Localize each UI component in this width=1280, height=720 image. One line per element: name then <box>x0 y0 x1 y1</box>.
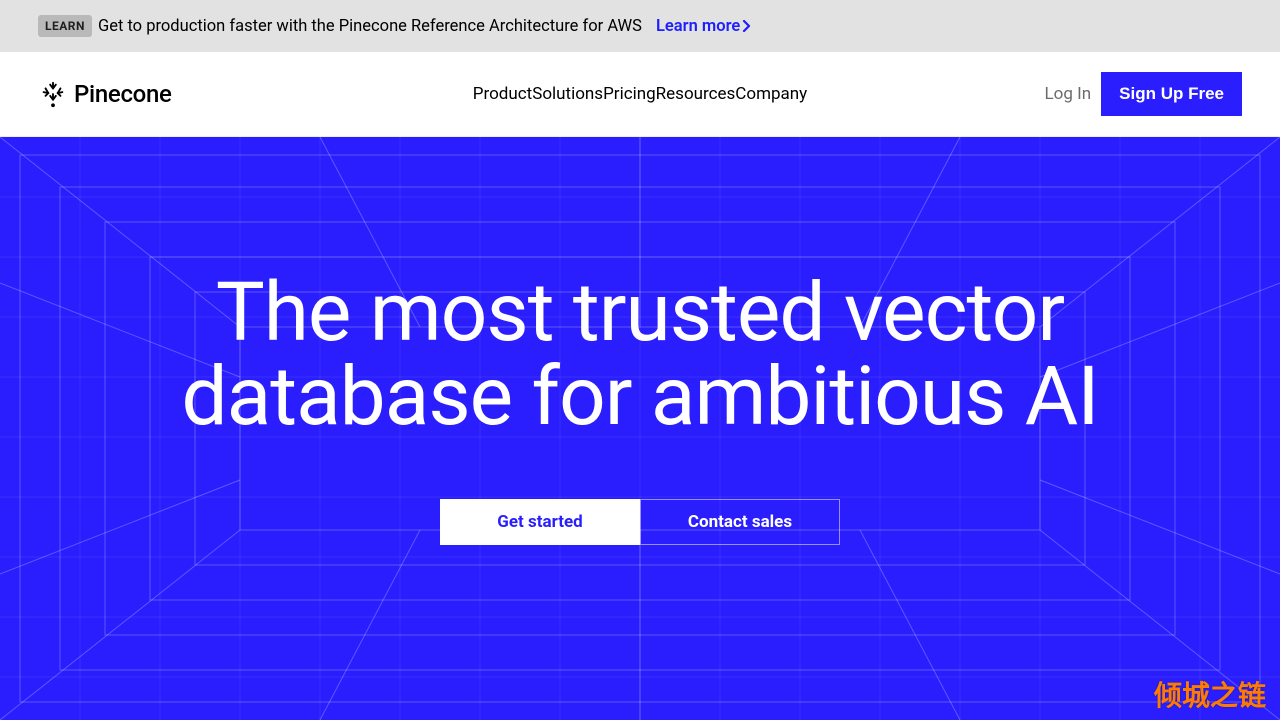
pinecone-icon <box>38 79 68 109</box>
contact-sales-button[interactable]: Contact sales <box>640 499 840 545</box>
signup-button[interactable]: Sign Up Free <box>1101 72 1242 116</box>
brand-name: Pinecone <box>74 80 172 108</box>
hero-title: The most trusted vector database for amb… <box>90 272 1190 439</box>
nav-item-product[interactable]: Product <box>473 84 532 104</box>
login-link[interactable]: Log In <box>1045 84 1092 104</box>
announcement-badge: LEARN <box>38 15 92 37</box>
get-started-button[interactable]: Get started <box>440 499 640 545</box>
nav-item-company[interactable]: Company <box>735 84 807 104</box>
hero-cta-group: Get started Contact sales <box>440 499 840 545</box>
announcement-bar: LEARN Get to production faster with the … <box>0 0 1280 52</box>
announcement-link[interactable]: Learn more <box>656 17 752 36</box>
nav-item-resources[interactable]: Resources <box>656 84 736 104</box>
navbar: Pinecone Product Solutions Pricing Resou… <box>0 52 1280 137</box>
announcement-text: Get to production faster with the Pineco… <box>98 17 642 36</box>
nav-primary: Product Solutions Pricing Resources Comp… <box>473 84 807 104</box>
chevron-right-icon <box>742 20 752 32</box>
nav-auth: Log In Sign Up Free <box>1045 72 1243 116</box>
brand-logo[interactable]: Pinecone <box>38 79 172 109</box>
nav-item-pricing[interactable]: Pricing <box>603 84 656 104</box>
nav-item-solutions[interactable]: Solutions <box>532 84 603 104</box>
hero-section: The most trusted vector database for amb… <box>0 137 1280 720</box>
announcement-link-label: Learn more <box>656 17 740 36</box>
